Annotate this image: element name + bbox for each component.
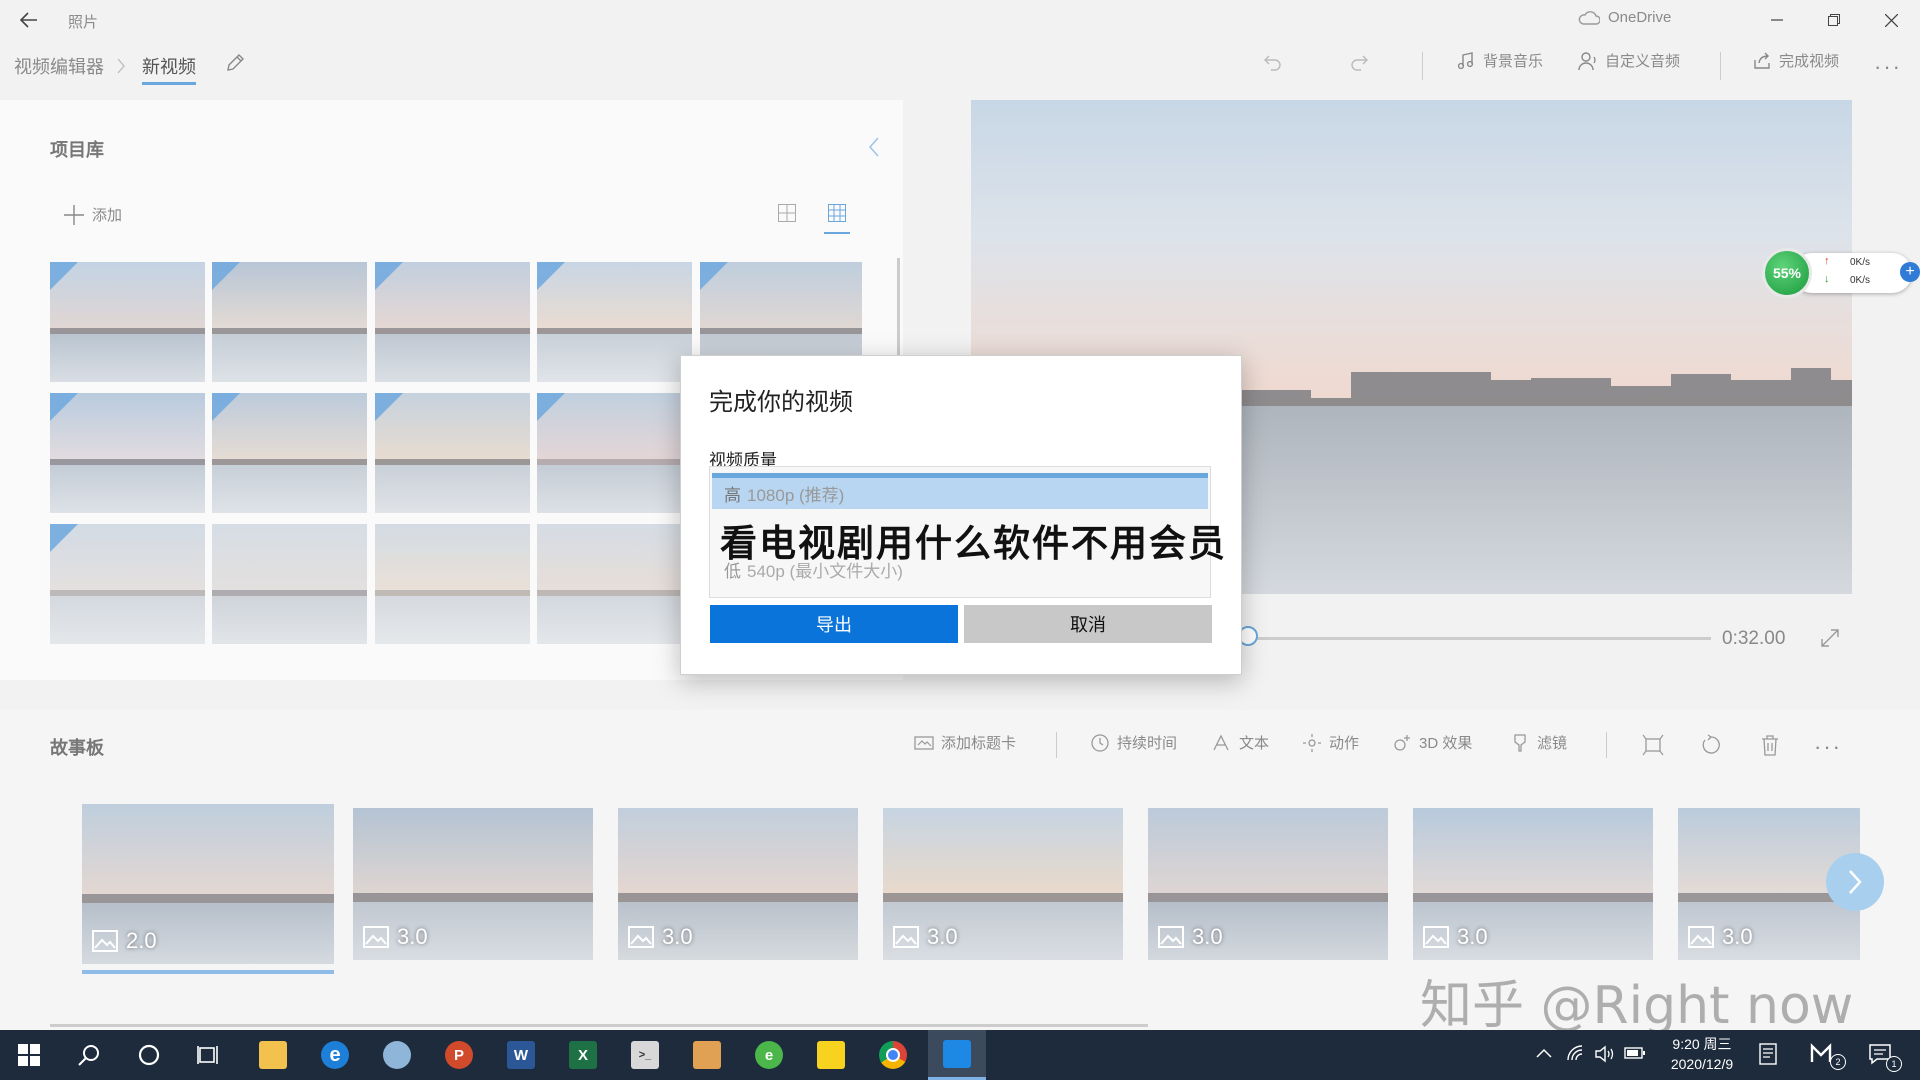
ime-button[interactable]: [1758, 1043, 1778, 1070]
quality-low-prefix: 低: [724, 562, 741, 581]
wifi-icon: [1567, 1045, 1583, 1061]
search-icon: [78, 1045, 99, 1066]
quality-option-high[interactable]: 高 1080p (推荐): [712, 473, 1208, 509]
excel-icon: X: [569, 1041, 597, 1069]
show-hidden-icons-button[interactable]: [1536, 1046, 1552, 1064]
clock-date: 2020/12/9: [1670, 1056, 1734, 1072]
browser-app[interactable]: e: [744, 1030, 794, 1080]
excel-app[interactable]: X: [558, 1030, 608, 1080]
battery-icon: [1624, 1047, 1645, 1059]
volume-tray-icon[interactable]: [1594, 1044, 1616, 1069]
battery-tray-icon[interactable]: [1624, 1046, 1646, 1065]
green-browser-icon: e: [755, 1041, 783, 1069]
task-view-button[interactable]: [184, 1030, 234, 1080]
taskbar: e P W X >_ e 9:20 周三 2020/12/9 2 1: [0, 1030, 1920, 1080]
chrome-icon: [879, 1041, 907, 1069]
word-icon: W: [507, 1041, 535, 1069]
clock-time: 9:20 周三: [1672, 1036, 1732, 1052]
quality-high-prefix: 高: [724, 486, 741, 505]
quality-dropdown[interactable]: 高 1080p (推荐) 看电视剧用什么软件不用会员 低 540p (最小文件大…: [709, 466, 1225, 598]
start-button[interactable]: [4, 1030, 54, 1080]
finish-video-dialog: 完成你的视频 视频质量 高 1080p (推荐) 看电视剧用什么软件不用会员 低…: [680, 355, 1242, 675]
chrome-app[interactable]: [868, 1030, 918, 1080]
cortana-button[interactable]: [124, 1030, 174, 1080]
action-center-button[interactable]: 1: [1868, 1042, 1902, 1072]
quality-low-detail: 540p (最小文件大小): [747, 562, 903, 581]
notes-app[interactable]: [682, 1030, 732, 1080]
mail-badge: 2: [1830, 1054, 1846, 1070]
sticky-notes-app[interactable]: [806, 1030, 856, 1080]
powerpoint-icon: P: [445, 1041, 473, 1069]
remote-desktop-app[interactable]: >_: [620, 1030, 670, 1080]
folder-icon: [259, 1041, 287, 1069]
edge-icon: e: [321, 1041, 349, 1069]
notebook-icon: [693, 1041, 721, 1069]
cancel-button[interactable]: 取消: [964, 605, 1212, 643]
search-button[interactable]: [64, 1030, 114, 1080]
sticky-note-icon: [817, 1041, 845, 1069]
powerpoint-app[interactable]: P: [434, 1030, 484, 1080]
notepad-icon: [1759, 1043, 1777, 1065]
quality-high-detail: 1080p (推荐): [747, 486, 845, 505]
file-explorer-app[interactable]: [248, 1030, 298, 1080]
mail-app-icon[interactable]: 2: [1810, 1042, 1846, 1071]
photos-app[interactable]: [928, 1030, 986, 1080]
clock[interactable]: 9:20 周三 2020/12/9: [1662, 1034, 1742, 1074]
windows-logo-icon: [18, 1044, 40, 1066]
speaker-icon: [1595, 1045, 1614, 1063]
word-app[interactable]: W: [496, 1030, 546, 1080]
dialog-title: 完成你的视频: [709, 389, 853, 416]
paint-app[interactable]: [372, 1030, 422, 1080]
edge-browser-app[interactable]: e: [310, 1030, 360, 1080]
task-view-icon: [197, 1046, 218, 1064]
notification-count: 1: [1886, 1056, 1902, 1072]
export-button[interactable]: 导出: [710, 605, 958, 643]
network-tray-icon[interactable]: [1566, 1044, 1586, 1067]
chevron-up-icon: [1536, 1048, 1552, 1058]
quality-option-low[interactable]: 低 540p (最小文件大小): [724, 557, 903, 582]
cortana-circle-icon: [138, 1044, 160, 1066]
monitor-icon: >_: [631, 1041, 659, 1069]
photos-icon: [943, 1039, 971, 1068]
palette-icon: [383, 1041, 411, 1069]
